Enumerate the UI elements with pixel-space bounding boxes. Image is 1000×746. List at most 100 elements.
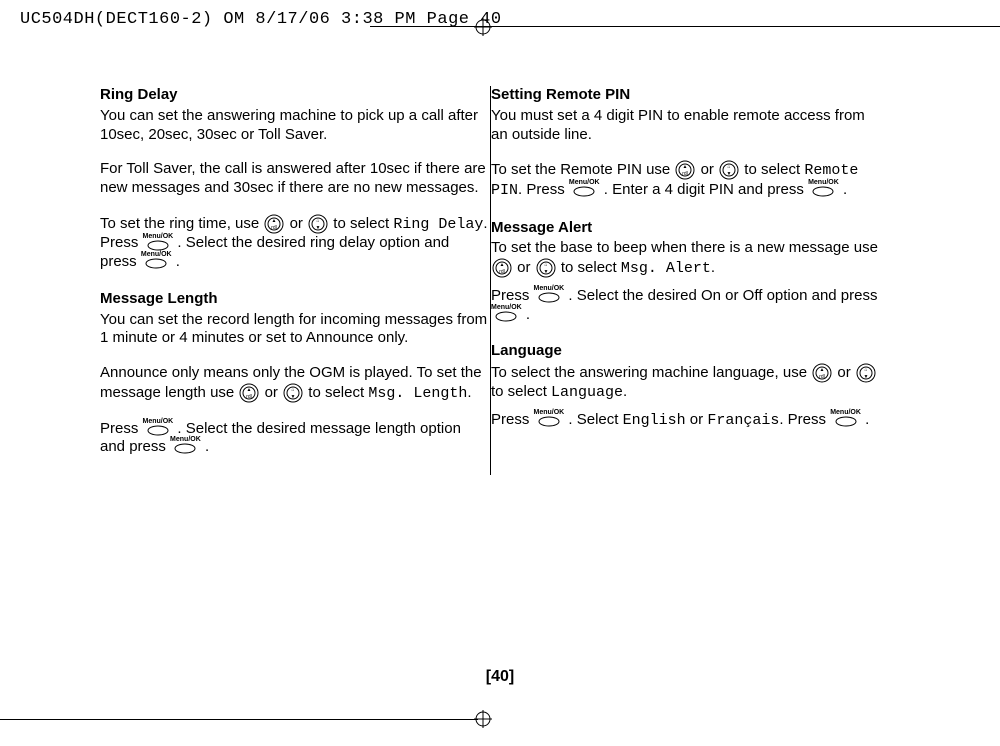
text: You must set a 4 digit PIN to enable rem…: [491, 107, 881, 145]
svg-text:⌂: ⌂: [728, 164, 731, 170]
heading-language: Language: [491, 342, 881, 361]
text-run: . Enter a 4 digit PIN and press: [600, 181, 808, 198]
up-rdl-icon: ▲rdl: [675, 160, 695, 180]
text-run: or: [513, 259, 535, 276]
registration-mark-top: [474, 18, 492, 36]
text-run: To select the answering machine language…: [491, 364, 811, 381]
registration-mark-bottom: [474, 710, 492, 728]
text: To set the base to beep when there is a …: [491, 239, 881, 278]
svg-text:rdl: rdl: [272, 225, 278, 231]
text-run: .: [172, 253, 180, 270]
text-run: . Press: [518, 181, 569, 198]
svg-text:rdl: rdl: [247, 394, 253, 400]
menu-ok-icon: Menu/OK: [143, 233, 174, 251]
down-icon: ⌂▼: [856, 363, 876, 383]
section-message-length: Message Length You can set the record le…: [100, 290, 490, 457]
text: You can set the record length for incomi…: [100, 311, 490, 349]
text-run: . Select the desired On or Off option an…: [564, 287, 877, 304]
section-message-alert: Message Alert To set the base to beep wh…: [491, 219, 881, 325]
page-number: [40]: [0, 668, 1000, 686]
text-run: .: [839, 181, 847, 198]
menu-ok-icon: Menu/OK: [808, 179, 839, 197]
text-run: Press: [100, 420, 143, 437]
menu-option: Ring Delay: [393, 216, 483, 233]
up-rdl-icon: ▲rdl: [492, 258, 512, 278]
text-run: or: [696, 161, 718, 178]
svg-text:▲: ▲: [500, 262, 505, 268]
content-columns: Ring Delay You can set the answering mac…: [100, 86, 920, 475]
crop-line-bottom: [0, 719, 478, 720]
svg-text:⌂: ⌂: [544, 262, 547, 268]
up-rdl-icon: ▲rdl: [239, 383, 259, 403]
svg-text:▼: ▼: [727, 171, 732, 177]
text: Press Menu/OK . Select English or França…: [491, 411, 881, 431]
menu-ok-icon: Menu/OK: [534, 409, 565, 427]
heading-remote-pin: Setting Remote PIN: [491, 86, 881, 105]
crop-line-top: [370, 26, 1000, 27]
right-column: Setting Remote PIN You must set a 4 digi…: [491, 86, 881, 475]
svg-text:⌂: ⌂: [292, 387, 295, 393]
svg-text:▲: ▲: [683, 164, 688, 170]
menu-option: English: [623, 412, 686, 429]
menu-option: Msg. Alert: [621, 260, 711, 277]
text-run: To set the ring time, use: [100, 215, 263, 232]
svg-text:▲: ▲: [820, 367, 825, 373]
text: To set the ring time, use ▲rdl or ⌂▼ to …: [100, 214, 490, 272]
svg-text:▼: ▼: [291, 394, 296, 400]
down-icon: ⌂▼: [283, 383, 303, 403]
heading-message-length: Message Length: [100, 290, 490, 309]
svg-text:▼: ▼: [316, 225, 321, 231]
text: Press Menu/OK . Select the desired On or…: [491, 287, 881, 325]
heading-ring-delay: Ring Delay: [100, 86, 490, 105]
section-language: Language To select the answering machine…: [491, 342, 881, 430]
text-run: Press: [491, 411, 534, 428]
menu-option: Français: [707, 412, 779, 429]
down-icon: ⌂▼: [308, 214, 328, 234]
up-rdl-icon: ▲rdl: [264, 214, 284, 234]
text-run: .: [522, 306, 530, 323]
menu-ok-icon: Menu/OK: [170, 436, 201, 454]
svg-text:▼: ▼: [863, 374, 868, 380]
text-run: to select: [491, 383, 551, 400]
text-run: to select: [557, 259, 621, 276]
down-icon: ⌂▼: [719, 160, 739, 180]
text-run: To set the base to beep when there is a …: [491, 239, 878, 256]
menu-ok-icon: Menu/OK: [143, 418, 174, 436]
section-remote-pin: Setting Remote PIN You must set a 4 digi…: [491, 86, 881, 201]
menu-ok-icon: Menu/OK: [830, 409, 861, 427]
svg-text:▼: ▼: [543, 269, 548, 275]
text: Press Menu/OK . Select the desired messa…: [100, 420, 490, 458]
menu-ok-icon: Menu/OK: [141, 251, 172, 269]
text-run: . Press: [779, 411, 830, 428]
svg-text:⌂: ⌂: [864, 367, 867, 373]
text-run: or: [260, 384, 282, 401]
down-icon: ⌂▼: [536, 258, 556, 278]
svg-text:▲: ▲: [247, 387, 252, 393]
menu-ok-icon: Menu/OK: [569, 179, 600, 197]
text-run: to select: [304, 384, 368, 401]
svg-text:rdl: rdl: [683, 171, 689, 177]
svg-text:rdl: rdl: [499, 269, 505, 275]
svg-text:⌂: ⌂: [317, 218, 320, 224]
up-rdl-icon: ▲rdl: [812, 363, 832, 383]
text-run: or: [833, 364, 855, 381]
left-column: Ring Delay You can set the answering mac…: [100, 86, 490, 475]
menu-option: Msg. Length: [368, 385, 467, 402]
text-run: to select: [740, 161, 804, 178]
text: For Toll Saver, the call is answered aft…: [100, 160, 490, 198]
heading-message-alert: Message Alert: [491, 219, 881, 238]
text: To set the Remote PIN use ▲rdl or ⌂▼ to …: [491, 160, 881, 200]
text-run: or: [686, 411, 708, 428]
text: You can set the answering machine to pic…: [100, 107, 490, 145]
text-run: to select: [329, 215, 393, 232]
text-run: or: [285, 215, 307, 232]
menu-ok-icon: Menu/OK: [534, 285, 565, 303]
text: Announce only means only the OGM is play…: [100, 364, 490, 403]
menu-option: Language: [551, 384, 623, 401]
text: To select the answering machine language…: [491, 363, 881, 403]
text-run: To set the Remote PIN use: [491, 161, 674, 178]
text-run: .: [861, 411, 869, 428]
text-run: Press: [491, 287, 534, 304]
svg-text:rdl: rdl: [819, 374, 825, 380]
svg-text:▲: ▲: [272, 218, 277, 224]
